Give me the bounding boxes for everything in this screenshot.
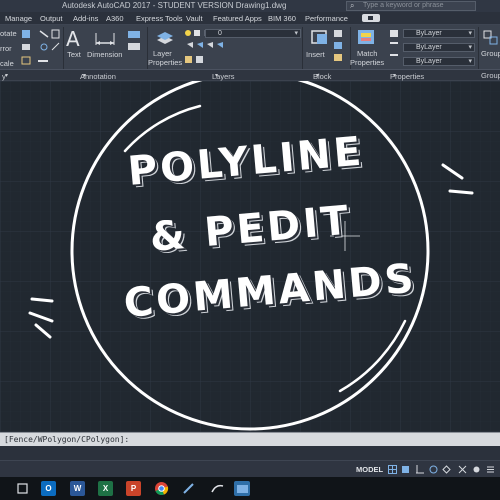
stretch-icon: [21, 56, 31, 65]
modify-rotate-label[interactable]: otate: [0, 29, 17, 38]
search-placeholder: Type a keyword or phrase: [363, 2, 444, 9]
offset-icon: [40, 43, 48, 51]
chrome-icon[interactable]: [154, 481, 169, 496]
trim-icon: [39, 30, 49, 38]
create-block-icon: [334, 30, 342, 37]
layer-match-icon: [196, 56, 203, 63]
array-icon: [22, 44, 30, 50]
text-icon[interactable]: A: [66, 27, 80, 51]
command-line[interactable]: [Fence/WPolygon/CPolygon]:: [0, 432, 500, 446]
drawing-canvas[interactable]: POLYLINE & PEDIT COMMANDS: [0, 81, 500, 432]
lineweight-dropdown-value: ByLayer: [416, 44, 442, 51]
layer-dropdown-value: 0: [218, 30, 222, 37]
tab-add-ins[interactable]: Add-ins: [73, 14, 98, 23]
window-title: Autodesk AutoCAD 2017 - STUDENT VERSION …: [62, 1, 287, 10]
layer-properties-label-1[interactable]: Layer: [153, 49, 172, 58]
workspace-icon[interactable]: [472, 465, 481, 474]
isodraft-icon[interactable]: [442, 465, 451, 474]
ribbon-tab-bar: Manage Output Add-ins A360 Express Tools…: [0, 12, 500, 25]
sun-icon: [194, 30, 200, 36]
color-dropdown-value: ByLayer: [416, 30, 442, 37]
text-button-label[interactable]: Text: [64, 50, 84, 59]
outlook-icon[interactable]: O: [41, 481, 56, 496]
tab-express-tools[interactable]: Express Tools: [136, 14, 183, 23]
color-dropdown[interactable]: ByLayer: [403, 29, 475, 38]
dimension-button-label[interactable]: Dimension: [87, 50, 122, 59]
polar-tracking-icon[interactable]: [429, 465, 438, 474]
ribbon-toggle-button[interactable]: [362, 14, 380, 22]
bulb-icon: [185, 30, 191, 36]
layer-iso-icon: [187, 42, 193, 48]
insert-block-icon[interactable]: [309, 28, 331, 48]
edit-attributes-icon: [334, 54, 342, 61]
command-line-text: [Fence/WPolygon/CPolygon]:: [4, 435, 130, 444]
linetype-dropdown-value: ByLayer: [416, 58, 442, 65]
customize-menu-icon[interactable]: [486, 465, 495, 474]
windows-taskbar: O W X P: [0, 477, 500, 500]
powerpoint-icon[interactable]: P: [126, 481, 141, 496]
layer-make-current-icon: [185, 56, 192, 63]
tab-manage[interactable]: Manage: [5, 14, 32, 23]
table-icon: [128, 43, 140, 50]
tab-vault[interactable]: Vault: [186, 14, 203, 23]
lineweight-dropdown[interactable]: ByLayer: [403, 43, 475, 52]
layer-properties-icon[interactable]: [155, 28, 175, 48]
excel-icon[interactable]: X: [98, 481, 113, 496]
search-icon: ⌕: [350, 1, 355, 10]
search-input[interactable]: ⌕ Type a keyword or phrase: [346, 1, 476, 11]
tab-output[interactable]: Output: [40, 14, 63, 23]
pen-icon[interactable]: [181, 481, 196, 496]
color-icon: [390, 30, 398, 37]
edit-block-icon: [334, 42, 342, 49]
copy-icon: [22, 30, 30, 38]
group-button-label[interactable]: Group: [481, 49, 500, 58]
block-small-icons[interactable]: [332, 28, 346, 68]
properties-small-icons[interactable]: [388, 28, 402, 68]
layer-properties-label-2[interactable]: Properties: [148, 58, 182, 67]
tab-performance[interactable]: Performance: [305, 14, 348, 23]
layout-tab-bar: [0, 446, 500, 460]
lineweight-icon: [390, 42, 398, 44]
tab-a360[interactable]: A360: [106, 14, 124, 23]
status-bar: MODEL: [0, 460, 500, 477]
linetype-icon: [390, 54, 398, 56]
tab-bim-360[interactable]: BIM 360: [268, 14, 296, 23]
extend-icon: [51, 42, 60, 51]
layer-off-icon: [207, 42, 213, 48]
ortho-icon[interactable]: [416, 465, 425, 474]
modify-mirror-label[interactable]: rror: [0, 44, 12, 53]
grid-display-icon[interactable]: [388, 465, 397, 474]
title-bar: Autodesk AutoCAD 2017 - STUDENT VERSION …: [0, 0, 500, 12]
layer-dropdown[interactable]: 0: [205, 29, 301, 38]
insert-button-label[interactable]: Insert: [306, 50, 325, 59]
model-space-button[interactable]: MODEL: [356, 465, 383, 474]
spark-left-1: [30, 297, 54, 303]
ink-icon[interactable]: [210, 481, 225, 496]
fillet-icon: [51, 29, 60, 39]
word-icon[interactable]: W: [70, 481, 85, 496]
leader-icon: [128, 31, 140, 38]
modify-scale-label[interactable]: cale: [0, 59, 14, 68]
match-properties-label-2[interactable]: Properties: [350, 58, 384, 67]
layer-unisolate-icon: [197, 42, 203, 48]
snap-mode-icon[interactable]: [401, 465, 410, 474]
annotation-small-icons[interactable]: [126, 29, 146, 65]
modify-tools-icons[interactable]: [20, 28, 62, 68]
match-properties-label-1[interactable]: Match: [357, 49, 377, 58]
group-icon[interactable]: [482, 28, 500, 48]
photos-icon[interactable]: [234, 481, 250, 496]
ribbon-panel-labels: y ▾ Annotation ▾ Layers ▾ Block ▾ Properties…: [0, 69, 500, 81]
match-properties-icon[interactable]: [356, 28, 378, 48]
annotation-scale-icon[interactable]: [458, 465, 467, 474]
linetype-dropdown[interactable]: ByLayer: [403, 57, 475, 66]
panel-label-groups[interactable]: Groups: [481, 71, 500, 80]
grid: [0, 81, 500, 432]
dimension-icon[interactable]: [94, 29, 116, 47]
canvas-graphics: [0, 81, 500, 432]
layer-freeze-icon: [217, 42, 223, 48]
spark-right-2: [448, 189, 474, 195]
start-icon[interactable]: [15, 481, 30, 496]
tab-featured-apps[interactable]: Featured Apps: [213, 14, 262, 23]
